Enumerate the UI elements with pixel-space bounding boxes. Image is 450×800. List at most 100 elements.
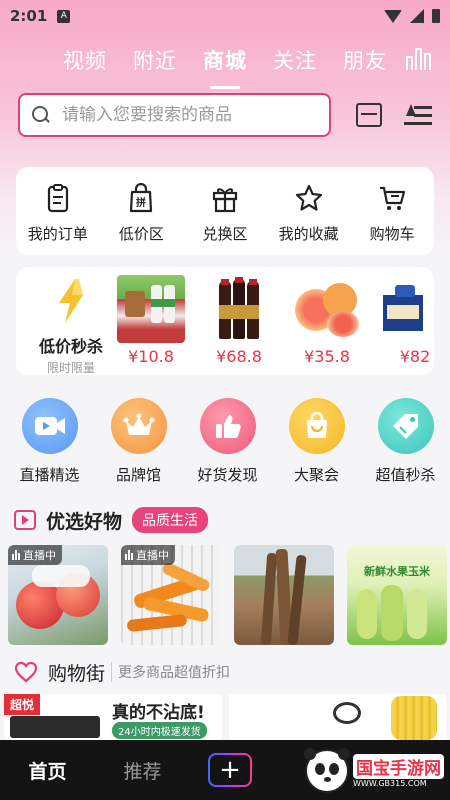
category-brand-hall[interactable]: 品牌馆 — [94, 398, 183, 492]
banner-headline: 真的不沾底! — [112, 703, 205, 723]
create-button[interactable]: + — [208, 753, 252, 787]
quick-cart[interactable]: 购物车 — [350, 167, 434, 255]
featured-goods-row: 直播中 直播中 新鲜水果玉米 — [8, 545, 448, 645]
banner-subtext: 24小时内极速发货 — [112, 722, 207, 739]
live-badge: 直播中 — [8, 545, 62, 565]
product-price: ¥35.8 — [304, 347, 350, 366]
ranking-icon[interactable] — [406, 46, 432, 70]
flash-products: ¥10.8 ¥68.8 ¥35.8 ¥82 — [116, 275, 434, 366]
banner-left-card[interactable]: 超悦 真的不沾底! 24小时内极速发货 — [4, 694, 222, 740]
search-icon — [32, 106, 50, 124]
flash-product[interactable]: ¥10.8 — [116, 275, 186, 366]
product-image-grapefruit — [293, 275, 361, 343]
category-live-picks[interactable]: 直播精选 — [5, 398, 94, 492]
quick-label: 兑换区 — [202, 225, 248, 243]
shopping-street-header: 购物街 更多商品超值折扣 — [14, 658, 230, 686]
tag-icon — [377, 398, 434, 454]
product-image-bottles — [205, 275, 273, 343]
search-row — [18, 93, 438, 137]
lightning-icon — [59, 279, 83, 323]
quality-life-badge[interactable]: 品质生活 — [132, 507, 209, 533]
status-bar: 2:01 A — [0, 0, 450, 32]
quick-low-price[interactable]: 拼 低价区 — [100, 167, 184, 255]
category-label: 大聚会 — [293, 466, 339, 484]
live-badge: 直播中 — [121, 545, 175, 565]
category-label: 品牌馆 — [115, 466, 161, 484]
flash-sale-header[interactable]: 低价秒杀 限时限量 — [26, 277, 116, 375]
quick-favorites[interactable]: 我的收藏 — [267, 167, 351, 255]
tab-nearby[interactable]: 附近 — [120, 45, 190, 75]
quick-label: 购物车 — [369, 225, 415, 243]
tab-mall[interactable]: 商城 — [190, 45, 260, 89]
heart-icon — [14, 661, 38, 683]
top-tabs: 视频 附近 商城 关注 朋友 — [0, 40, 450, 89]
flash-product[interactable]: ¥68.8 — [204, 275, 274, 366]
status-time: 2:01 — [10, 7, 48, 25]
good-item-apples[interactable]: 直播中 — [8, 545, 108, 645]
category-big-party[interactable]: 大聚会 — [272, 398, 361, 492]
site-watermark: 国宝手游网 WWW.GB315.COM — [304, 748, 444, 794]
star-icon — [295, 184, 322, 211]
tab-friends[interactable]: 朋友 — [330, 45, 400, 75]
corn-caption: 新鲜水果玉米 — [364, 565, 430, 578]
product-price: ¥82 — [399, 347, 431, 366]
clipboard-icon — [47, 184, 68, 213]
shopping-bag-icon — [288, 398, 345, 454]
tab-video[interactable]: 视频 — [50, 45, 120, 75]
live-label: 直播中 — [23, 549, 56, 562]
product-image-tea — [381, 275, 434, 343]
wifi-icon — [384, 9, 402, 23]
live-bars-icon — [125, 550, 133, 560]
category-super-deals[interactable]: 超值秒杀 — [361, 398, 450, 492]
quick-actions-card: 我的订单 拼 低价区 兑换区 我的收藏 购物车 — [16, 167, 434, 255]
cart-icon — [380, 186, 406, 210]
featured-title: 优选好物 — [46, 510, 123, 533]
crown-icon — [110, 398, 167, 454]
search-box[interactable] — [18, 93, 331, 137]
flash-sale-title: 低价秒杀 — [38, 337, 103, 356]
video-camera-icon — [21, 398, 78, 454]
bag-icon-text: 拼 — [136, 196, 146, 209]
notification-a-icon: A — [57, 9, 71, 23]
nav-recommend[interactable]: 推荐 — [95, 757, 190, 784]
quick-label: 我的订单 — [27, 225, 88, 243]
category-list-icon[interactable] — [404, 104, 432, 126]
product-image-picnic — [117, 275, 185, 343]
store-icon[interactable] — [356, 103, 382, 127]
live-bars-icon — [12, 550, 20, 560]
signal-icon — [410, 9, 424, 23]
banner-right-card[interactable] — [229, 694, 446, 740]
quick-my-orders[interactable]: 我的订单 — [16, 167, 100, 255]
product-price: ¥68.8 — [216, 347, 262, 366]
good-item-corn[interactable]: 新鲜水果玉米 — [347, 545, 447, 645]
plus-icon: + — [210, 755, 250, 785]
quick-label: 低价区 — [118, 225, 164, 243]
live-label: 直播中 — [136, 549, 169, 562]
quick-label: 我的收藏 — [278, 225, 339, 243]
category-label: 好货发现 — [197, 466, 258, 484]
category-good-finds[interactable]: 好货发现 — [183, 398, 272, 492]
category-row: 直播精选 品牌馆 好货发现 大聚会 超值秒杀 — [0, 398, 450, 492]
flash-sale-subtitle: 限时限量 — [46, 361, 95, 375]
nav-home[interactable]: 首页 — [0, 757, 95, 784]
featured-section-header: 优选好物 品质生活 — [14, 506, 209, 534]
search-input[interactable] — [62, 105, 302, 125]
product-price: ¥10.8 — [128, 347, 174, 366]
flash-product[interactable]: ¥35.8 — [292, 275, 362, 366]
watermark-text: 国宝手游网 — [353, 754, 444, 779]
banner-tag: 超悦 — [4, 694, 41, 715]
tv-icon — [14, 510, 36, 530]
watermark-url: WWW.GB315.COM — [353, 779, 427, 788]
good-item-dried-sweet-potato[interactable]: 直播中 — [121, 545, 221, 645]
promo-banner[interactable]: 超悦 真的不沾底! 24小时内极速发货 — [4, 694, 446, 744]
panda-logo-icon — [304, 748, 350, 793]
shopping-street-title: 购物街 — [48, 662, 106, 685]
bag-icon: 拼 — [130, 183, 153, 213]
battery-icon — [432, 9, 440, 23]
good-item-yam-field[interactable] — [234, 545, 334, 645]
quick-exchange[interactable]: 兑换区 — [183, 167, 267, 255]
flash-product[interactable]: ¥82 — [380, 275, 434, 366]
flash-sale-card: 低价秒杀 限时限量 ¥10.8 ¥68.8 ¥35.8 ¥82 — [16, 267, 434, 375]
tab-following[interactable]: 关注 — [260, 45, 330, 75]
gift-icon — [212, 188, 238, 213]
